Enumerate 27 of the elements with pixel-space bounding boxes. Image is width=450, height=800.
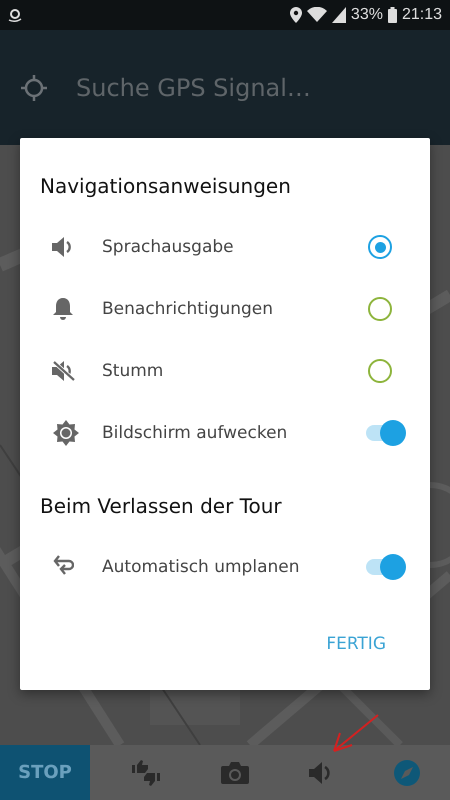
bell-icon xyxy=(52,297,74,321)
muted-speaker-icon xyxy=(52,360,76,382)
app-icon xyxy=(8,6,22,24)
clock: 21:13 xyxy=(402,6,442,24)
crosshair-icon[interactable] xyxy=(20,74,48,102)
radio-button[interactable] xyxy=(368,297,392,321)
battery-icon xyxy=(388,7,397,23)
section-title: Navigationsanweisungen xyxy=(40,173,292,200)
camera-icon[interactable] xyxy=(221,760,250,784)
battery-percent: 33% xyxy=(350,6,383,24)
radio-button[interactable] xyxy=(368,359,392,383)
thumbs-icon[interactable] xyxy=(130,758,162,786)
annotation-arrow xyxy=(330,713,380,755)
location-icon xyxy=(290,7,302,23)
option-label: Sprachausgabe xyxy=(102,237,235,257)
wifi-icon xyxy=(306,7,327,23)
done-button[interactable]: FERTIG xyxy=(306,624,406,664)
option-label: Benachrichtigungen xyxy=(102,299,274,319)
signal-icon xyxy=(332,7,346,23)
app-title: Suche GPS Signal… xyxy=(76,74,311,102)
option-label: Bildschirm aufwecken xyxy=(102,423,288,443)
option-label: Automatisch umplanen xyxy=(102,557,300,577)
option-label: Stumm xyxy=(102,361,164,381)
section-title: Beim Verlassen der Tour xyxy=(40,493,283,520)
radio-button[interactable] xyxy=(368,235,392,259)
brightness-icon xyxy=(52,419,80,447)
stop-button[interactable]: STOP xyxy=(0,745,90,800)
